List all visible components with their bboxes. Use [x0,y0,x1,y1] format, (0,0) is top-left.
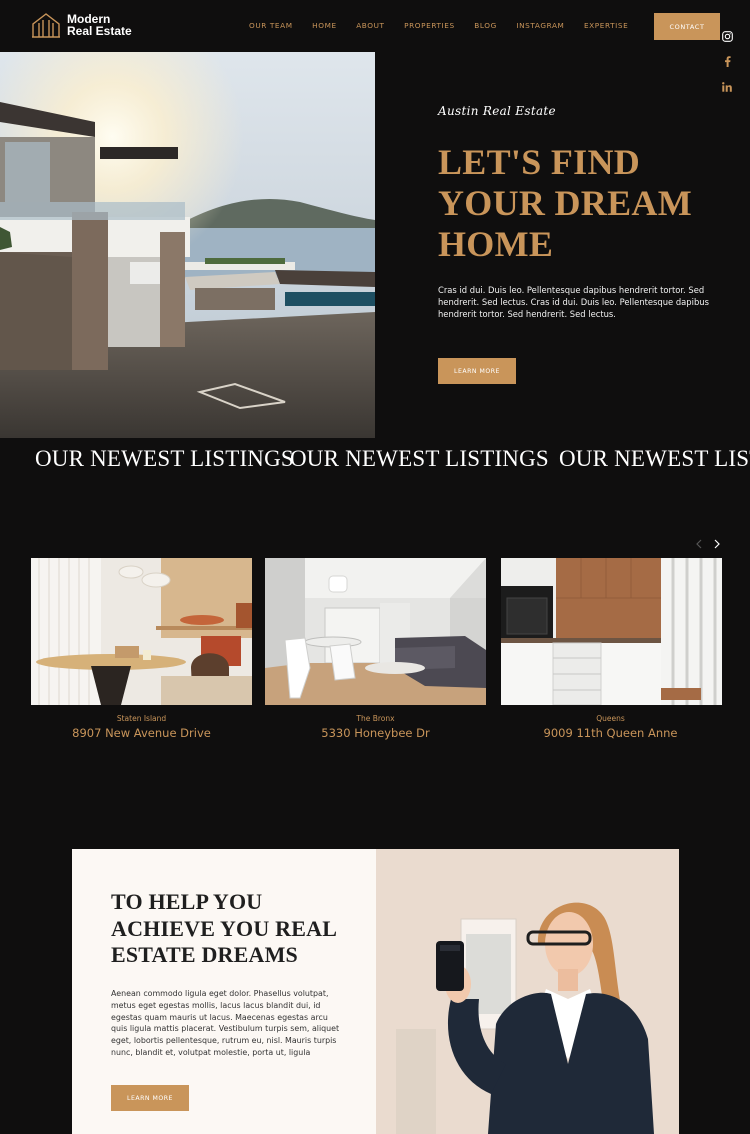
marquee-text: OUR NEWEST LISTINGS [35,446,294,471]
contact-button[interactable]: CONTACT [654,13,720,40]
listing-address[interactable]: 9009 11th Queen Anne [501,726,720,740]
nav-item-instagram[interactable]: INSTAGRAM [516,21,564,30]
marquee-text: OUR NEWEST LISTINGS [559,446,750,471]
nav-item-expertise[interactable]: EXPERTISE [584,21,628,30]
listing-photo-kitchen [501,558,722,705]
carousel-arrows [694,537,722,551]
linkedin-icon[interactable] [718,74,736,99]
hero-script-title: Austin Real Estate [438,104,556,118]
building-logo-icon [32,13,60,38]
next-arrow-icon[interactable] [712,537,722,551]
hero-description: Cras id dui. Duis leo. Pellentesque dapi… [438,285,709,319]
facebook-icon[interactable] [718,49,736,74]
listing-address[interactable]: 8907 New Avenue Drive [31,726,252,740]
listing-card[interactable]: Queens 9009 11th Queen Anne [501,558,722,740]
about-section: TO HELP YOU ACHIEVE YOU REAL ESTATE DREA… [72,849,679,1134]
listings-marquee: OUR NEWEST LISTINGS OUR NEWEST LISTINGS … [0,446,750,478]
nav-item-blog[interactable]: BLOG [474,21,497,30]
about-title: TO HELP YOU ACHIEVE YOU REAL ESTATE DREA… [111,889,336,967]
hero-house-image [0,52,375,438]
brand-line-2: Real Estate [67,24,132,38]
nav-item-properties[interactable]: PROPERTIES [404,21,455,30]
listing-card[interactable]: Staten Island 8907 New Avenue Drive [31,558,252,740]
listing-borough: The Bronx [356,714,395,723]
social-links [718,24,736,99]
about-learn-more-button[interactable]: LEARN MORE [111,1085,189,1111]
marquee-text: OUR NEWEST LISTINGS [290,446,549,471]
prev-arrow-icon[interactable] [694,537,704,551]
main-nav: OUR TEAM HOME ABOUT PROPERTIES BLOG INST… [249,21,648,30]
listing-borough: Staten Island [116,714,167,723]
brand-name: Modern Real Estate [67,13,132,37]
listing-card[interactable]: The Bronx 5330 Honeybee Dr [265,558,486,740]
hero-title: LET'S FIND YOUR DREAM HOME [438,142,692,264]
brand-logo[interactable]: Modern Real Estate [32,12,132,38]
agent-photo [376,849,679,1134]
listing-borough: Queens [596,714,625,723]
nav-item-home[interactable]: HOME [312,21,337,30]
about-description: Aenean commodo ligula eget dolor. Phasel… [111,989,340,1057]
listing-address[interactable]: 5330 Honeybee Dr [265,726,486,740]
hero-learn-more-button[interactable]: LEARN MORE [438,358,516,384]
listing-photo-living-room [265,558,486,705]
nav-item-about[interactable]: ABOUT [356,21,384,30]
nav-item-our-team[interactable]: OUR TEAM [249,21,293,30]
listing-photo-dining [31,558,252,705]
instagram-icon[interactable] [718,24,736,49]
